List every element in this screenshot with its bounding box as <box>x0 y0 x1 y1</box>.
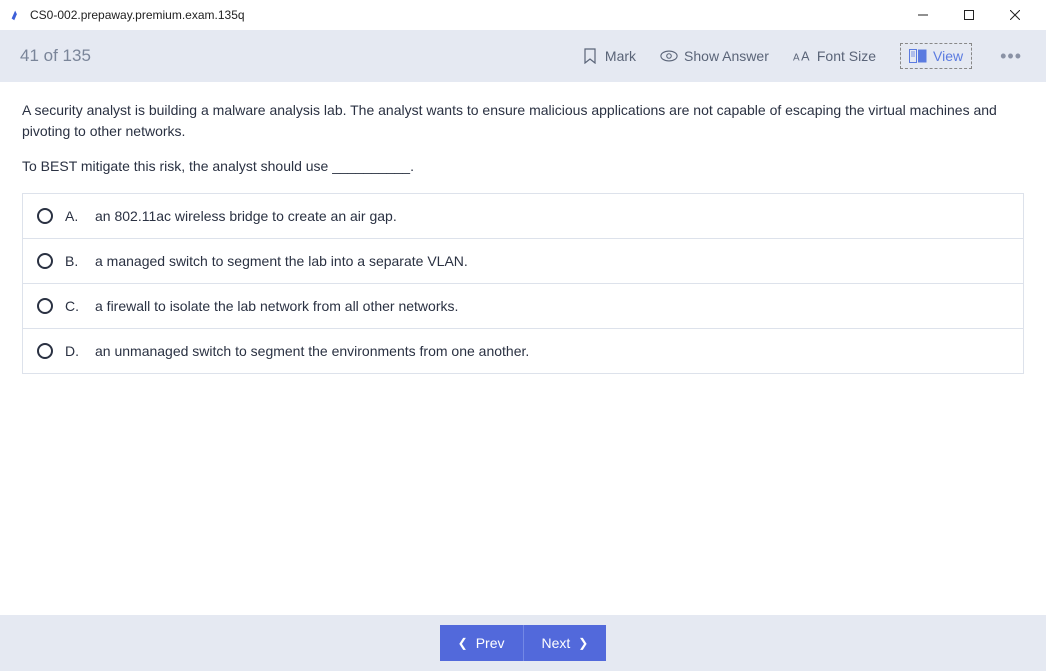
mark-label: Mark <box>605 48 636 64</box>
answer-list: A. an 802.11ac wireless bridge to create… <box>22 193 1024 374</box>
mark-button[interactable]: Mark <box>581 47 636 65</box>
window-controls <box>900 0 1038 30</box>
content-area: A security analyst is building a malware… <box>0 82 1046 615</box>
show-answer-label: Show Answer <box>684 48 769 64</box>
more-button[interactable]: ••• <box>996 46 1026 67</box>
app-icon <box>8 7 24 23</box>
prev-label: Prev <box>476 635 505 651</box>
radio-icon <box>37 208 53 224</box>
view-icon <box>909 47 927 65</box>
radio-icon <box>37 343 53 359</box>
chevron-right-icon: ❯ <box>578 636 588 650</box>
radio-icon <box>37 253 53 269</box>
answer-option-c[interactable]: C. a firewall to isolate the lab network… <box>22 284 1024 329</box>
next-button[interactable]: Next ❯ <box>524 625 607 661</box>
question-counter: 41 of 135 <box>20 46 581 66</box>
font-size-button[interactable]: AA Font Size <box>793 47 876 65</box>
font-size-icon: AA <box>793 47 811 65</box>
answer-text: an unmanaged switch to segment the envir… <box>95 343 529 359</box>
window-title: CS0-002.prepaway.premium.exam.135q <box>30 8 900 22</box>
toolbar-actions: Mark Show Answer AA Font Size View ••• <box>581 43 1026 69</box>
view-label: View <box>933 48 963 64</box>
answer-text: a managed switch to segment the lab into… <box>95 253 468 269</box>
bookmark-icon <box>581 47 599 65</box>
answer-text: a firewall to isolate the lab network fr… <box>95 298 458 314</box>
svg-text:A: A <box>801 50 810 64</box>
answer-letter: B. <box>65 253 83 269</box>
answer-letter: D. <box>65 343 83 359</box>
footer-nav: ❮ Prev Next ❯ <box>0 615 1046 671</box>
toolbar: 41 of 135 Mark Show Answer AA Font Size … <box>0 30 1046 82</box>
answer-option-a[interactable]: A. an 802.11ac wireless bridge to create… <box>22 194 1024 239</box>
chevron-left-icon: ❮ <box>458 636 468 650</box>
svg-text:A: A <box>793 53 800 64</box>
answer-option-d[interactable]: D. an unmanaged switch to segment the en… <box>22 329 1024 374</box>
answer-option-b[interactable]: B. a managed switch to segment the lab i… <box>22 239 1024 284</box>
prev-button[interactable]: ❮ Prev <box>440 625 524 661</box>
font-size-label: Font Size <box>817 48 876 64</box>
answer-text: an 802.11ac wireless bridge to create an… <box>95 208 397 224</box>
question-prompt: To BEST mitigate this risk, the analyst … <box>22 156 1024 177</box>
show-answer-button[interactable]: Show Answer <box>660 47 769 65</box>
question-text: A security analyst is building a malware… <box>22 100 1024 142</box>
view-button[interactable]: View <box>900 43 972 69</box>
answer-letter: A. <box>65 208 83 224</box>
answer-letter: C. <box>65 298 83 314</box>
close-button[interactable] <box>992 0 1038 30</box>
eye-icon <box>660 47 678 65</box>
minimize-button[interactable] <box>900 0 946 30</box>
titlebar: CS0-002.prepaway.premium.exam.135q <box>0 0 1046 30</box>
maximize-button[interactable] <box>946 0 992 30</box>
radio-icon <box>37 298 53 314</box>
next-label: Next <box>542 635 571 651</box>
